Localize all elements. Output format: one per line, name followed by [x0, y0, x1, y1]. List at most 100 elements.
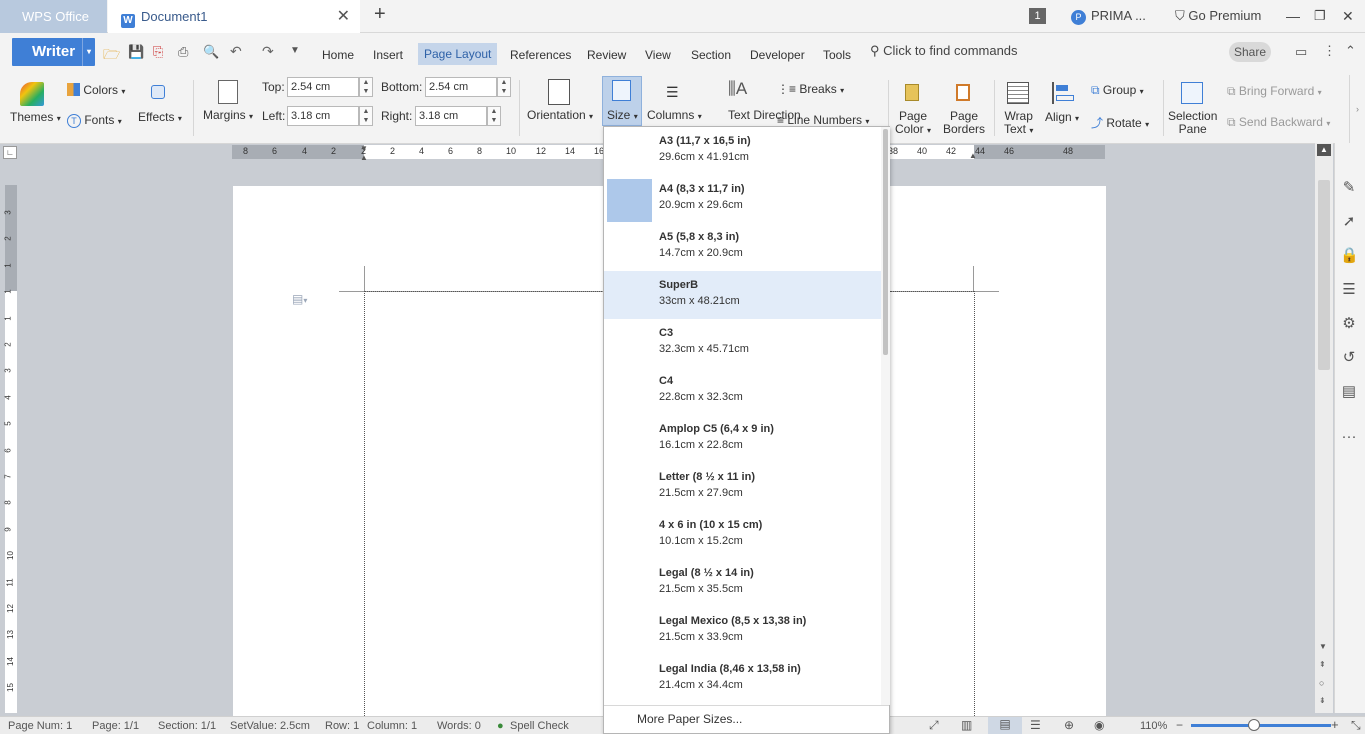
paper-size-item[interactable]: Legal Mexico (8,5 x 13,38 in) 21.5cm x 33…: [604, 607, 881, 655]
prev-page-icon[interactable]: ⇞: [1319, 660, 1326, 669]
paper-size-item[interactable]: 4 x 6 in (10 x 15 cm) 10.1cm x 15.2cm: [604, 511, 881, 559]
scrollbar-thumb[interactable]: [1318, 180, 1330, 370]
scroll-down-icon[interactable]: ▼: [1319, 642, 1327, 651]
paper-size-item[interactable]: Legal India (8,46 x 13,58 in) 21.4cm x 34…: [604, 655, 881, 703]
collapse-ribbon-icon[interactable]: ⌃: [1345, 43, 1356, 59]
effects-button[interactable]: Effects ▾: [138, 110, 182, 124]
outline-icon[interactable]: ☰: [1340, 280, 1358, 298]
new-tab-button[interactable]: +: [374, 3, 386, 26]
paper-size-item[interactable]: A4 (8,3 x 11,7 in) 20.9cm x 29.6cm: [604, 175, 881, 223]
pen-icon[interactable]: ✎: [1340, 178, 1358, 196]
align-icon[interactable]: [1052, 82, 1074, 104]
group-button[interactable]: ⧉ Group ▾: [1091, 83, 1144, 98]
next-page-icon[interactable]: ⇟: [1319, 696, 1326, 705]
margins-icon[interactable]: [218, 80, 238, 104]
paper-size-item[interactable]: C3 32.3cm x 45.71cm: [604, 319, 881, 367]
print-icon[interactable]: ⎙: [178, 44, 188, 60]
document-library-icon[interactable]: ▤: [1340, 382, 1358, 400]
writer-dropdown-icon[interactable]: ▾: [82, 38, 95, 66]
rotate-button[interactable]: ⤴ Rotate ▾: [1091, 114, 1149, 131]
undo-icon[interactable]: ↶: [230, 43, 242, 60]
print-preview-icon[interactable]: 🔍: [203, 44, 219, 60]
selection-pane-icon[interactable]: [1181, 82, 1203, 104]
outline-view-icon[interactable]: ☰: [1030, 718, 1041, 732]
paper-size-item[interactable]: Legal (8 ½ x 14 in) 21.5cm x 35.5cm: [604, 559, 881, 607]
more-tools-icon[interactable]: ···: [1340, 428, 1358, 446]
left-margin-input[interactable]: 3.18 cm: [287, 106, 359, 126]
zoom-slider-knob[interactable]: [1248, 719, 1260, 731]
themes-icon[interactable]: [20, 82, 44, 106]
cursor-icon[interactable]: ➚: [1340, 212, 1358, 230]
paper-size-item[interactable]: Letter (8 ½ x 11 in) 21.5cm x 27.9cm: [604, 463, 881, 511]
wrap-text-icon[interactable]: [1007, 82, 1029, 104]
quick-access-dropdown-icon[interactable]: ▼: [290, 45, 300, 56]
orientation-button[interactable]: Orientation ▾: [527, 108, 593, 122]
zoom-level[interactable]: 110%: [1140, 720, 1167, 732]
themes-button[interactable]: Themes ▾: [10, 110, 61, 124]
status-spell-check[interactable]: Spell Check: [510, 720, 569, 732]
more-paper-sizes-button[interactable]: More Paper Sizes...: [604, 705, 889, 733]
eye-protection-icon[interactable]: ◉: [1094, 718, 1104, 732]
menu-tools[interactable]: Tools: [823, 48, 851, 62]
close-tab-icon[interactable]: ✕: [337, 0, 350, 33]
tab-document1[interactable]: W Document1 ✕: [108, 0, 360, 33]
menu-section[interactable]: Section: [691, 48, 731, 62]
status-page[interactable]: Page: 1/1: [92, 720, 139, 732]
scroll-top-icon[interactable]: ▲: [1317, 144, 1331, 156]
fit-width-icon[interactable]: ⤡: [1351, 718, 1361, 733]
tab-wps-office[interactable]: WPS Office: [0, 0, 107, 33]
top-margin-spinner[interactable]: ▲ ▼: [359, 77, 373, 97]
text-direction-icon[interactable]: ⫼A: [728, 79, 747, 99]
history-icon[interactable]: ↺: [1340, 348, 1358, 366]
menu-references[interactable]: References: [510, 48, 571, 62]
status-words[interactable]: Words: 0: [437, 720, 481, 732]
dropdown-scroll-thumb[interactable]: [883, 129, 888, 355]
zoom-slider[interactable]: [1191, 724, 1331, 727]
bottom-margin-input[interactable]: 2.54 cm: [425, 77, 497, 97]
wrap-text-button[interactable]: Wrap Text ▾: [1004, 110, 1033, 137]
settings-sliders-icon[interactable]: ⚙: [1340, 314, 1358, 332]
right-indent-marker[interactable]: ▲: [969, 151, 977, 160]
top-margin-input[interactable]: 2.54 cm: [287, 77, 359, 97]
left-margin-spinner[interactable]: ▲ ▼: [359, 106, 373, 126]
paper-size-item[interactable]: SuperB 33cm x 48.21cm: [604, 271, 881, 319]
effects-icon[interactable]: [151, 85, 165, 99]
print-layout-icon[interactable]: ▤: [988, 717, 1022, 734]
breaks-button[interactable]: ⋮≡ Breaks ▾: [777, 82, 844, 96]
paper-size-item[interactable]: Amplop C5 (6,4 x 9 in) 16.1cm x 22.8cm: [604, 415, 881, 463]
align-button[interactable]: Align ▾: [1045, 110, 1079, 124]
menu-developer[interactable]: Developer: [750, 48, 805, 62]
redo-icon[interactable]: ↷: [262, 43, 274, 60]
more-menu-icon[interactable]: ⋮: [1323, 43, 1336, 59]
command-search[interactable]: ⚲ Click to find commands: [870, 43, 1018, 59]
paper-size-item[interactable]: A5 (5,8 x 8,3 in) 14.7cm x 20.9cm: [604, 223, 881, 271]
bottom-margin-spinner[interactable]: ▲ ▼: [497, 77, 511, 97]
open-folder-icon[interactable]: 🗁: [103, 44, 120, 68]
indent-marker[interactable]: ▼ ▲: [360, 144, 369, 162]
paper-size-item[interactable]: A3 (11,7 x 16,5 in) 29.6cm x 41.91cm: [604, 127, 881, 175]
zoom-out-icon[interactable]: −: [1176, 718, 1183, 732]
page-color-icon[interactable]: [905, 84, 919, 101]
fullscreen-icon[interactable]: ⤢: [929, 718, 939, 733]
menu-page-layout[interactable]: Page Layout: [418, 43, 498, 65]
comment-icon[interactable]: ▭: [1295, 44, 1307, 60]
line-numbers-button[interactable]: ≡ Line Numbers ▾: [777, 113, 869, 127]
colors-button[interactable]: Colors ▾: [67, 83, 125, 97]
close-window-icon[interactable]: ✕: [1342, 8, 1354, 25]
tab-stop-selector[interactable]: ∟: [3, 146, 17, 159]
right-margin-spinner[interactable]: ▲ ▼: [487, 106, 501, 126]
menu-home[interactable]: Home: [322, 48, 354, 62]
export-pdf-icon[interactable]: ⎘: [153, 44, 163, 60]
orientation-icon[interactable]: [548, 79, 570, 105]
window-count-badge[interactable]: 1: [1029, 8, 1046, 24]
user-account[interactable]: P PRIMA ...: [1071, 8, 1146, 25]
page-borders-button[interactable]: Page Borders: [943, 110, 985, 136]
select-browse-object-icon[interactable]: ○: [1319, 678, 1324, 688]
send-backward-button[interactable]: ⧉ Send Backward ▾: [1227, 115, 1330, 130]
page-color-button[interactable]: Page Color ▾: [895, 110, 931, 137]
share-button[interactable]: Share: [1229, 42, 1271, 62]
menu-insert[interactable]: Insert: [373, 48, 403, 62]
go-premium-button[interactable]: ⛉ Go Premium: [1175, 8, 1261, 24]
restore-icon[interactable]: ❐: [1314, 8, 1326, 24]
read-mode-icon[interactable]: ▥: [961, 718, 972, 732]
